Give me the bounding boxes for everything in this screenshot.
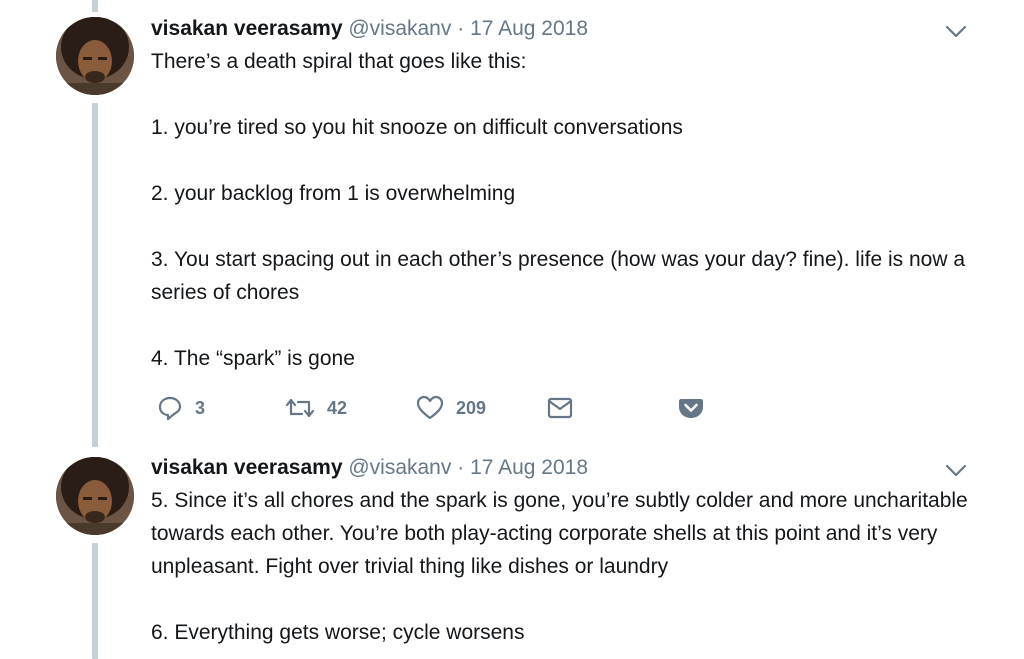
tweet-date[interactable]: 17 Aug 2018 (470, 456, 588, 479)
tweet-text: 5. Since it’s all chores and the spark i… (151, 484, 981, 649)
tweet-line: 4. The “spark” is gone (151, 347, 355, 370)
reply-button[interactable]: 3 (157, 393, 205, 423)
tweet-line: 5. Since it’s all chores and the spark i… (151, 489, 968, 578)
retweet-icon (285, 396, 315, 420)
tweet-line: 3. You start spacing out in each other’s… (151, 248, 966, 304)
tweet-1[interactable]: visakan veerasamy @visakanv · 17 Aug 201… (0, 0, 1024, 450)
pocket-icon (678, 396, 704, 420)
tweet-text: There’s a death spiral that goes like th… (151, 45, 981, 375)
heart-icon (416, 395, 444, 421)
pocket-button[interactable] (678, 393, 704, 423)
reply-icon (157, 395, 183, 421)
tweet-header: visakan veerasamy @visakanv · 17 Aug 201… (151, 455, 588, 481)
tweet-2[interactable]: visakan veerasamy @visakanv · 17 Aug 201… (0, 450, 1024, 659)
author-handle[interactable]: @visakanv (348, 17, 451, 40)
header-separator: · (457, 17, 465, 40)
retweet-button[interactable]: 42 (285, 393, 347, 423)
author-handle[interactable]: @visakanv (348, 456, 451, 479)
tweet-header: visakan veerasamy @visakanv · 17 Aug 201… (151, 16, 588, 42)
tweet-date[interactable]: 17 Aug 2018 (470, 17, 588, 40)
tweet-line: There’s a death spiral that goes like th… (151, 50, 527, 73)
avatar[interactable] (56, 17, 134, 95)
like-button[interactable]: 209 (416, 393, 486, 423)
tweet-line: 6. Everything gets worse; cycle worsens (151, 621, 525, 644)
avatar[interactable] (56, 457, 134, 535)
header-separator: · (457, 456, 465, 479)
chevron-down-icon[interactable] (944, 463, 968, 479)
tweet-line: 2. your backlog from 1 is overwhelming (151, 182, 516, 205)
retweet-count: 42 (327, 397, 348, 418)
reply-count: 3 (195, 397, 206, 418)
envelope-icon (547, 397, 573, 419)
author-name[interactable]: visakan veerasamy (151, 17, 343, 40)
like-count: 209 (456, 397, 487, 418)
tweet-line: 1. you’re tired so you hit snooze on dif… (151, 116, 683, 139)
tweet-actions: 3 42 209 (151, 393, 751, 423)
author-name[interactable]: visakan veerasamy (151, 456, 343, 479)
direct-message-button[interactable] (547, 393, 573, 423)
chevron-down-icon[interactable] (944, 24, 968, 40)
